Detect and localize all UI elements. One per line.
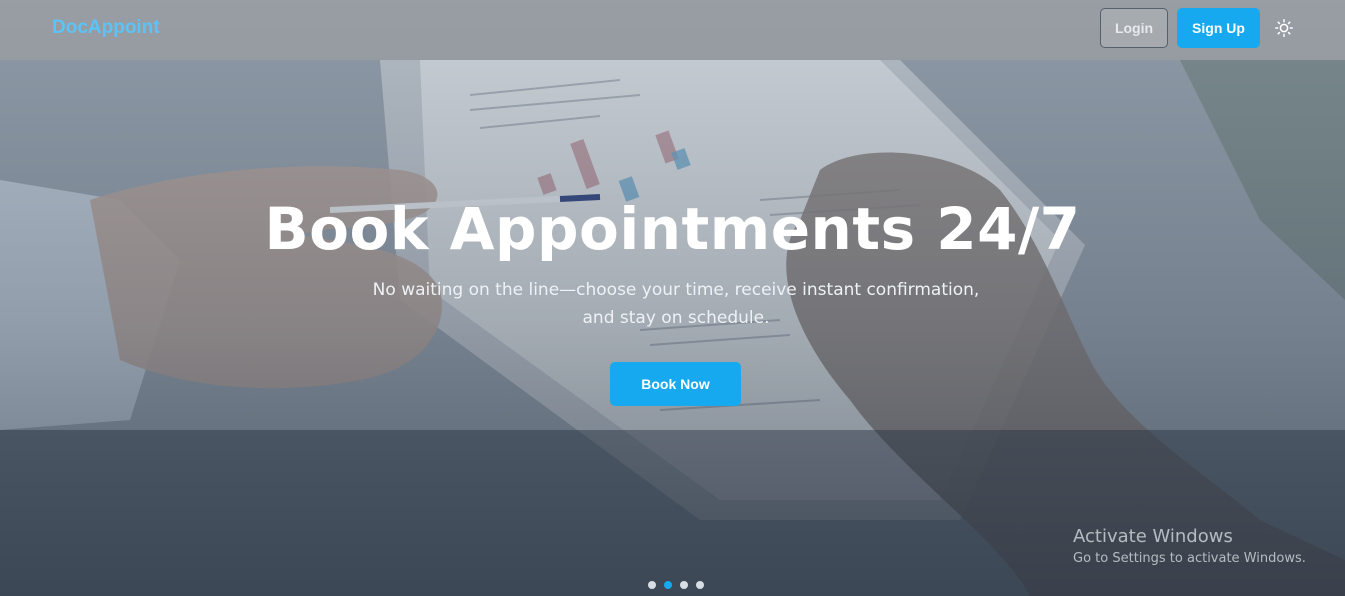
top-navbar: DocAppoint Login Sign Up xyxy=(0,0,1345,60)
carousel-dot[interactable] xyxy=(696,581,704,589)
windows-activation-watermark: Activate Windows Go to Settings to activ… xyxy=(1073,526,1306,570)
watermark-title: Activate Windows xyxy=(1073,526,1233,547)
brand-logo[interactable]: DocAppoint xyxy=(52,17,160,39)
carousel-dot[interactable] xyxy=(664,581,672,589)
signup-button[interactable]: Sign Up xyxy=(1177,8,1260,48)
hero-subtext: No waiting on the line—choose your time,… xyxy=(372,280,980,328)
hero-headline: Book Appointments 24/7 xyxy=(264,195,1081,263)
login-button[interactable]: Login xyxy=(1100,8,1168,48)
hero-section: DocAppoint Login Sign Up Book Appointmen… xyxy=(0,0,1345,596)
carousel-dot[interactable] xyxy=(648,581,656,589)
watermark-subtitle: Go to Settings to activate Windows. xyxy=(1073,551,1306,566)
carousel-indicators xyxy=(648,581,704,589)
theme-toggle-button[interactable] xyxy=(1274,18,1294,38)
carousel-dot[interactable] xyxy=(680,581,688,589)
sun-icon xyxy=(1275,19,1293,37)
book-now-button[interactable]: Book Now xyxy=(610,362,741,406)
